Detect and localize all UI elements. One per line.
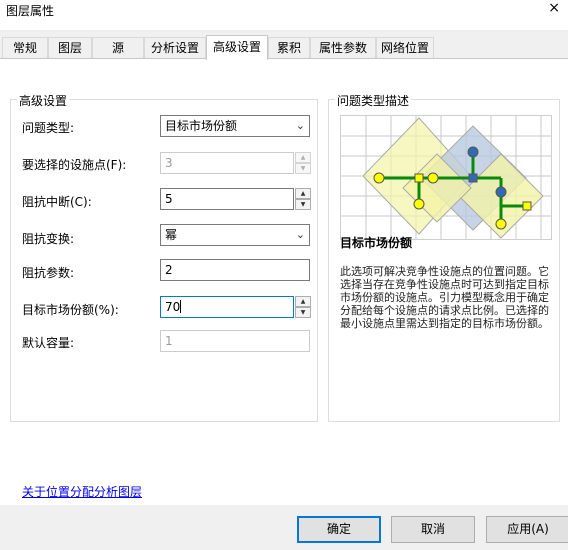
spin-down-icon[interactable]: ▼ (295, 163, 311, 174)
chevron-down-icon: ⌄ (295, 119, 305, 132)
default-capacity-label: 默认容量: (22, 336, 75, 350)
default-capacity-input[interactable]: 1 (160, 330, 310, 352)
tab-source[interactable]: 源 (92, 37, 144, 59)
impedance-transform-select[interactable]: 幂 ⌄ (160, 224, 310, 246)
close-icon[interactable]: × (548, 0, 560, 16)
spin-up-icon[interactable]: ▲ (295, 188, 311, 199)
tab-analysis-settings[interactable]: 分析设置 (144, 37, 206, 59)
impedance-transform-label: 阻抗变换: (22, 232, 75, 246)
problem-type-select[interactable]: 目标市场份额 ⌄ (160, 115, 310, 137)
market-share-diagram (340, 115, 552, 240)
spin-down-icon[interactable]: ▼ (295, 199, 311, 210)
group-title: 问题类型描述 (335, 92, 412, 109)
impedance-cutoff-input[interactable]: 5 (160, 188, 294, 210)
tab-network-locations[interactable]: 网络位置 (376, 37, 434, 59)
facilities-to-choose-stepper[interactable]: ▲ ▼ (295, 152, 311, 174)
spin-up-icon[interactable]: ▲ (295, 296, 311, 307)
impedance-parameter-input[interactable]: 2 (160, 259, 310, 281)
target-market-share-input[interactable]: 70 (160, 296, 294, 318)
tab-attribute-parameters[interactable]: 属性参数 (310, 37, 376, 59)
tab-strip: 常规 图层 源 分析设置 高级设置 累积 属性参数 网络位置 (0, 35, 568, 60)
spin-down-icon[interactable]: ▼ (295, 307, 311, 318)
impedance-cutoff-stepper[interactable]: ▲ ▼ (295, 188, 311, 210)
facilities-to-choose-input[interactable]: 3 (160, 152, 294, 174)
problem-type-label: 问题类型: (22, 121, 75, 135)
diagram-graphic (341, 116, 551, 239)
about-location-allocation-link[interactable]: 关于位置分配分析图层 (22, 483, 142, 500)
problem-description-text: 此选项可解决竞争性设施点的位置问题。它选择当存在竞争性设施点时可达到指定目标市场… (340, 265, 549, 330)
group-title: 高级设置 (17, 92, 70, 109)
target-market-share-label: 目标市场份额(%): (22, 303, 119, 317)
tab-advanced-settings[interactable]: 高级设置 (206, 35, 268, 60)
tab-layer[interactable]: 图层 (48, 37, 92, 59)
impedance-parameter-label: 阻抗参数: (22, 266, 75, 280)
target-market-share-stepper[interactable]: ▲ ▼ (295, 296, 311, 318)
tab-accumulation[interactable]: 累积 (268, 37, 310, 59)
window-title: 图层属性 (6, 4, 55, 18)
ok-button[interactable]: 确定 (297, 516, 381, 543)
impedance-cutoff-label: 阻抗中断(C): (22, 195, 92, 209)
facilities-to-choose-label: 要选择的设施点(F): (22, 158, 127, 172)
diagram-caption: 目标市场份额 (340, 236, 413, 250)
text-caret (180, 300, 182, 313)
chevron-down-icon: ⌄ (295, 228, 305, 241)
tab-general[interactable]: 常规 (2, 37, 48, 59)
cancel-button[interactable]: 取消 (391, 516, 475, 543)
spin-up-icon[interactable]: ▲ (295, 152, 311, 163)
apply-button[interactable]: 应用(A) (486, 516, 568, 543)
title-bar: 图层属性 × (0, 0, 568, 30)
